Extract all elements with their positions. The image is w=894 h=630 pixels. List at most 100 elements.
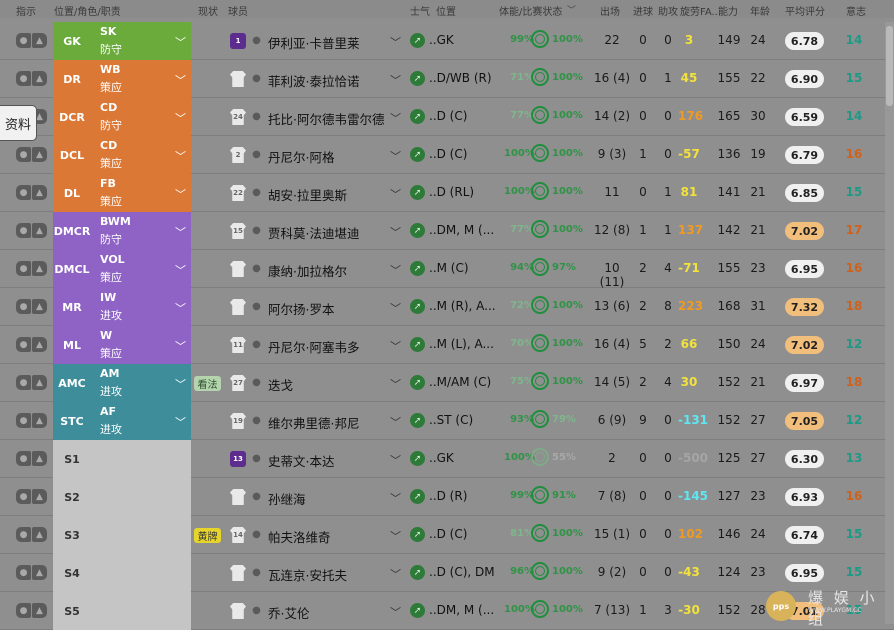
header-player[interactable]: 球员 bbox=[228, 3, 248, 18]
player-name[interactable]: 乔·艾伦 bbox=[268, 603, 309, 622]
table-row[interactable]: ● ▲ S1 13 ● 史蒂文·本达 ﹀ ➚ ..GK 100% 55% 2 0… bbox=[0, 440, 894, 478]
instruction-toggle[interactable]: ● ▲ bbox=[16, 565, 48, 580]
position-cell[interactable]: MR bbox=[53, 288, 91, 326]
table-row[interactable]: ● ▲ AMC AM 进攻 ﹀ 看法 27 ● 迭戈 ﹀ ➚ ..M/AM (C… bbox=[0, 364, 894, 402]
role-duty-selector[interactable]: AF 进攻 ﹀ bbox=[91, 402, 191, 440]
chevron-down-icon[interactable]: ﹀ bbox=[175, 110, 186, 126]
player-chevron-down-icon[interactable]: ﹀ bbox=[390, 452, 401, 468]
role-duty-selector[interactable]: IW 进攻 ﹀ bbox=[91, 288, 191, 326]
player-chevron-down-icon[interactable]: ﹀ bbox=[390, 566, 401, 582]
role-duty-selector[interactable]: W 策应 ﹀ bbox=[91, 326, 191, 364]
role-duty-selector[interactable] bbox=[91, 478, 191, 516]
player-chevron-down-icon[interactable]: ﹀ bbox=[390, 224, 401, 240]
table-row[interactable]: ● ▲ ML W 策应 ﹀ 11 ● 丹尼尔·阿塞韦多 ﹀ ➚ ..M (L),… bbox=[0, 326, 894, 364]
table-row[interactable]: ● ▲ DL FB 策应 ﹀ 22 ● 胡安·拉里奥斯 ﹀ ➚ ..D (RL)… bbox=[0, 174, 894, 212]
player-chevron-down-icon[interactable]: ﹀ bbox=[390, 34, 401, 50]
table-row[interactable]: ● ▲ DCL CD 策应 ﹀ 2 ● 丹尼尔·阿格 ﹀ ➚ ..D (C) 1… bbox=[0, 136, 894, 174]
instruction-right-icon[interactable]: ▲ bbox=[32, 565, 47, 580]
instruction-toggle[interactable]: ● ▲ bbox=[16, 527, 48, 542]
instruction-right-icon[interactable]: ▲ bbox=[32, 451, 47, 466]
role-duty-selector[interactable]: BWM 防守 ﹀ bbox=[91, 212, 191, 250]
header-position-role-duty[interactable]: 位置/角色/职责 bbox=[54, 3, 121, 18]
scrollbar[interactable] bbox=[885, 22, 894, 624]
instruction-left-icon[interactable]: ● bbox=[16, 527, 31, 542]
role-duty-selector[interactable] bbox=[91, 592, 191, 630]
player-name[interactable]: 胡安·拉里奥斯 bbox=[268, 185, 347, 204]
player-chevron-down-icon[interactable]: ﹀ bbox=[390, 110, 401, 126]
player-name[interactable]: 丹尼尔·阿塞韦多 bbox=[268, 337, 359, 356]
table-row[interactable]: ● ▲ GK SK 防守 ﹀ 1 ● 伊利亚·卡普里莱 ﹀ ➚ ..GK 99%… bbox=[0, 22, 894, 60]
instruction-toggle[interactable]: ● ▲ bbox=[16, 337, 48, 352]
chevron-down-icon[interactable]: ﹀ bbox=[175, 414, 186, 430]
player-chevron-down-icon[interactable]: ﹀ bbox=[390, 528, 401, 544]
chevron-down-icon[interactable]: ﹀ bbox=[175, 300, 186, 316]
instruction-right-icon[interactable]: ▲ bbox=[32, 147, 47, 162]
instruction-right-icon[interactable]: ▲ bbox=[32, 33, 47, 48]
header-apps[interactable]: 出场 bbox=[600, 3, 620, 18]
chevron-down-icon[interactable]: ﹀ bbox=[175, 338, 186, 354]
instruction-left-icon[interactable]: ● bbox=[16, 337, 31, 352]
player-chevron-down-icon[interactable]: ﹀ bbox=[390, 338, 401, 354]
instruction-right-icon[interactable]: ▲ bbox=[32, 299, 47, 314]
position-cell[interactable]: GK bbox=[53, 22, 91, 60]
role-duty-selector[interactable]: VOL 策应 ﹀ bbox=[91, 250, 191, 288]
position-cell[interactable]: S5 bbox=[53, 592, 91, 630]
player-chevron-down-icon[interactable]: ﹀ bbox=[390, 186, 401, 202]
header-status[interactable]: 现状 bbox=[198, 3, 218, 18]
instruction-toggle[interactable]: ● ▲ bbox=[16, 413, 48, 428]
instruction-right-icon[interactable]: ▲ bbox=[32, 375, 47, 390]
player-chevron-down-icon[interactable]: ﹀ bbox=[390, 414, 401, 430]
instruction-left-icon[interactable]: ● bbox=[16, 375, 31, 390]
header-assists[interactable]: 助攻 bbox=[658, 3, 678, 18]
instruction-left-icon[interactable]: ● bbox=[16, 299, 31, 314]
instruction-right-icon[interactable]: ▲ bbox=[32, 223, 47, 238]
table-row[interactable]: ● ▲ DMCR BWM 防守 ﹀ 15 ● 贾科莫·法迪堪迪 ﹀ ➚ ..DM… bbox=[0, 212, 894, 250]
instruction-left-icon[interactable]: ● bbox=[16, 451, 31, 466]
player-chevron-down-icon[interactable]: ﹀ bbox=[390, 490, 401, 506]
instruction-left-icon[interactable]: ● bbox=[16, 603, 31, 618]
instruction-right-icon[interactable]: ▲ bbox=[32, 337, 47, 352]
position-cell[interactable]: S3 bbox=[53, 516, 91, 554]
header-avg-rating[interactable]: 平均评分 bbox=[785, 3, 825, 18]
status-badge[interactable]: 黄牌 bbox=[194, 528, 221, 543]
player-chevron-down-icon[interactable]: ﹀ bbox=[390, 148, 401, 164]
player-name[interactable]: 瓦连京·安托夫 bbox=[268, 565, 347, 584]
player-name[interactable]: 菲利波·泰拉恰诺 bbox=[268, 71, 359, 90]
instruction-right-icon[interactable]: ▲ bbox=[32, 489, 47, 504]
position-cell[interactable]: DCL bbox=[53, 136, 91, 174]
instruction-right-icon[interactable]: ▲ bbox=[32, 413, 47, 428]
role-duty-selector[interactable]: SK 防守 ﹀ bbox=[91, 22, 191, 60]
table-row[interactable]: ● ▲ S2 ● 孙继海 ﹀ ➚ ..D (R) 99% 91% 7 (8) 0… bbox=[0, 478, 894, 516]
position-cell[interactable]: DCR bbox=[53, 98, 91, 136]
instruction-right-icon[interactable]: ▲ bbox=[32, 185, 47, 200]
instruction-left-icon[interactable]: ● bbox=[16, 261, 31, 276]
chevron-down-icon[interactable]: ﹀ bbox=[175, 34, 186, 50]
instruction-left-icon[interactable]: ● bbox=[16, 565, 31, 580]
status-badge[interactable]: 看法 bbox=[194, 376, 221, 391]
table-row[interactable]: ● ▲ MR IW 进攻 ﹀ ● 阿尔扬·罗本 ﹀ ➚ ..M (R), A..… bbox=[0, 288, 894, 326]
position-cell[interactable]: ML bbox=[53, 326, 91, 364]
instruction-toggle[interactable]: ● ▲ bbox=[16, 375, 48, 390]
instruction-toggle[interactable]: ● ▲ bbox=[16, 185, 48, 200]
player-chevron-down-icon[interactable]: ﹀ bbox=[390, 72, 401, 88]
header-chevron-down-icon[interactable]: ﹀ bbox=[567, 3, 576, 16]
profile-side-button[interactable]: 资料 bbox=[0, 105, 37, 141]
position-cell[interactable]: DMCR bbox=[53, 212, 91, 250]
player-name[interactable]: 丹尼尔·阿格 bbox=[268, 147, 334, 166]
player-chevron-down-icon[interactable]: ﹀ bbox=[390, 300, 401, 316]
chevron-down-icon[interactable]: ﹀ bbox=[175, 72, 186, 88]
instruction-left-icon[interactable]: ● bbox=[16, 185, 31, 200]
position-cell[interactable]: S1 bbox=[53, 440, 91, 478]
role-duty-selector[interactable]: WB 策应 ﹀ bbox=[91, 60, 191, 98]
table-row[interactable]: ● ▲ DR WB 策应 ﹀ ● 菲利波·泰拉恰诺 ﹀ ➚ ..D/WB (R)… bbox=[0, 60, 894, 98]
instruction-right-icon[interactable]: ▲ bbox=[32, 527, 47, 542]
instruction-left-icon[interactable]: ● bbox=[16, 33, 31, 48]
header-condition-sharpness[interactable]: 体能/比赛状态 bbox=[499, 3, 562, 18]
player-chevron-down-icon[interactable]: ﹀ bbox=[390, 376, 401, 392]
instruction-toggle[interactable]: ● ▲ bbox=[16, 33, 48, 48]
instruction-toggle[interactable]: ● ▲ bbox=[16, 451, 48, 466]
instruction-left-icon[interactable]: ● bbox=[16, 223, 31, 238]
player-chevron-down-icon[interactable]: ﹀ bbox=[390, 604, 401, 620]
player-name[interactable]: 帕夫洛维奇 bbox=[268, 527, 331, 546]
instruction-toggle[interactable]: ● ▲ bbox=[16, 261, 48, 276]
